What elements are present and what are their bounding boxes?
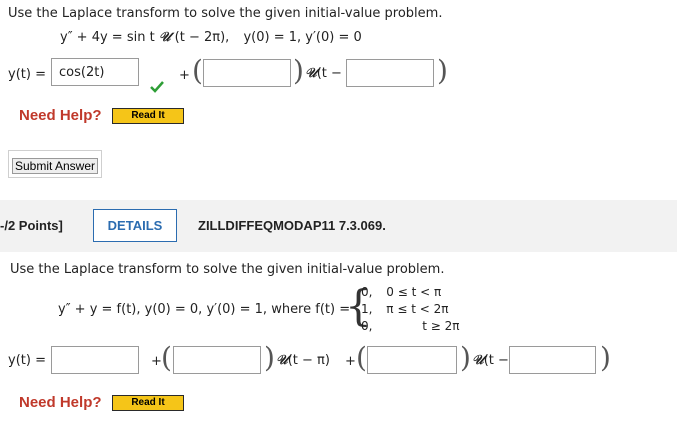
case-condition: π ≤ t < 2π: [386, 302, 449, 316]
unit-step-term-2: 𝒰(t −: [472, 353, 509, 368]
unit-step-symbol: 𝒰: [305, 66, 317, 81]
unit-step-symbol: 𝒰: [472, 353, 484, 368]
details-button[interactable]: DETAILS: [93, 209, 177, 242]
read-it-button[interactable]: Read It: [112, 395, 184, 411]
unit-step-shift: (t − π): [287, 353, 330, 368]
left-paren: (: [161, 341, 172, 374]
unit-step-term: 𝒰(t −: [305, 66, 342, 81]
problem1-answer-label: y(t) =: [8, 67, 46, 82]
case-value: 1,: [361, 302, 373, 316]
problem1-instruction: Use the Laplace transform to solve the g…: [8, 6, 443, 21]
coefficient-input-2[interactable]: [173, 346, 261, 374]
case-condition: t ≥ 2π: [422, 319, 460, 333]
answer-input-value: cos(2t): [59, 65, 105, 80]
submit-area: Submit Answer: [8, 150, 102, 178]
unit-step-symbol: 𝒰: [158, 30, 171, 45]
plus-sign: +: [345, 354, 356, 369]
unit-step-suffix: (t −: [483, 353, 509, 368]
unit-step-term-1: 𝒰(t − π): [276, 353, 330, 368]
unit-step-suffix: (t −: [316, 66, 342, 81]
unit-step-symbol: 𝒰: [276, 353, 288, 368]
case-value: 0,: [361, 319, 373, 333]
read-it-button[interactable]: Read It: [112, 108, 184, 124]
right-paren-outer: ): [437, 54, 448, 87]
problem1-equation: y″ + 4y = sin t 𝒰 (t − 2π), y(0) = 1, y′…: [60, 30, 362, 45]
points-label: -/2 Points]: [0, 218, 63, 233]
right-paren: ): [264, 341, 275, 374]
problem2-equation: y″ + y = f(t), y(0) = 0, y′(0) = 1, wher…: [58, 302, 351, 317]
problem1-unit-arg: (t − 2π),: [174, 30, 230, 45]
case-row-1: 0, 0 ≤ t < π: [361, 285, 460, 299]
coefficient-input-1[interactable]: [203, 59, 291, 87]
correct-check-icon: [150, 81, 164, 93]
problem1-conditions: y(0) = 1, y′(0) = 0: [243, 30, 362, 45]
right-paren: ): [293, 54, 304, 87]
answer-input-cos[interactable]: cos(2t): [51, 58, 139, 86]
right-paren: ): [460, 341, 471, 374]
shift-input-2[interactable]: [509, 346, 596, 374]
answer-input-2[interactable]: [51, 346, 139, 374]
left-paren: (: [356, 341, 367, 374]
right-paren-outer: ): [600, 341, 611, 374]
need-help-label: Need Help?: [19, 394, 102, 411]
submit-answer-button[interactable]: Submit Answer: [12, 158, 98, 174]
case-row-2: 1, π ≤ t < 2π: [361, 302, 460, 316]
case-condition: 0 ≤ t < π: [386, 285, 442, 299]
left-paren: (: [192, 54, 203, 87]
shift-input-1[interactable]: [346, 59, 434, 87]
question-code: ZILLDIFFEQMODAP11 7.3.069.: [198, 218, 386, 233]
case-row-3: 0, t ≥ 2π: [361, 319, 460, 333]
need-help-label: Need Help?: [19, 107, 102, 124]
plus-sign: +: [179, 68, 190, 83]
problem1-ode: y″ + 4y = sin t: [60, 30, 155, 45]
problem2-answer-label: y(t) =: [8, 353, 46, 368]
case-value: 0,: [361, 285, 373, 299]
problem2-instruction: Use the Laplace transform to solve the g…: [10, 262, 445, 277]
coefficient-input-3[interactable]: [367, 346, 457, 374]
